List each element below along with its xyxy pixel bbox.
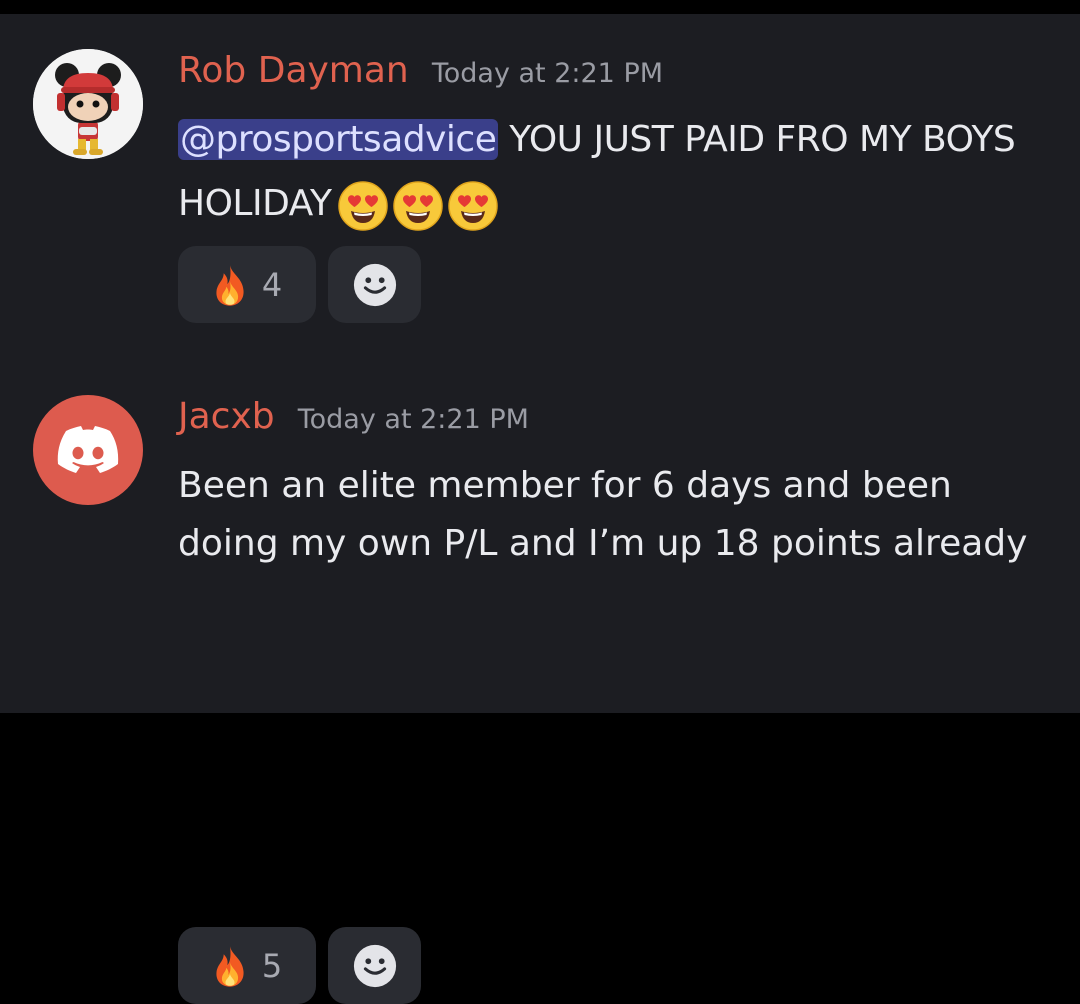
user-mention[interactable]: @prosportsadvice <box>178 119 499 160</box>
chat-panel: Rob Dayman Today at 2:21 PM @prosportsad… <box>0 14 1080 1004</box>
username[interactable]: Jacxb <box>178 396 275 437</box>
message-content: Been an elite member for 6 days and been… <box>178 457 1058 573</box>
reaction-fire[interactable]: 4 <box>178 246 316 323</box>
add-reaction-button[interactable] <box>328 927 421 1004</box>
inline-emojis <box>338 173 503 237</box>
mickey-funko-avatar-icon <box>33 49 143 159</box>
reaction-count: 5 <box>261 946 283 985</box>
username[interactable]: Rob Dayman <box>178 50 409 91</box>
message-header: Rob Dayman Today at 2:21 PM <box>178 50 663 91</box>
discord-logo-icon <box>57 426 119 473</box>
heart-eyes-emoji-icon <box>338 181 388 231</box>
message-header: Jacxb Today at 2:21 PM <box>178 396 529 437</box>
add-reaction-button[interactable] <box>328 246 421 323</box>
reactions-bar: 4 <box>178 246 421 323</box>
smiley-icon <box>352 262 398 308</box>
reaction-fire[interactable]: 5 <box>178 927 316 1004</box>
timestamp: Today at 2:21 PM <box>431 58 664 89</box>
reaction-count: 4 <box>261 265 283 304</box>
user-avatar[interactable] <box>33 395 143 505</box>
message-content: @prosportsadvice YOU JUST PAID FRO MY BO… <box>178 108 1058 237</box>
heart-eyes-emoji-icon <box>448 181 498 231</box>
user-avatar[interactable] <box>33 49 143 159</box>
timestamp: Today at 2:21 PM <box>297 404 529 435</box>
heart-eyes-emoji-icon <box>393 181 443 231</box>
fire-emoji-icon <box>212 263 248 307</box>
reactions-bar: 5 <box>178 927 421 1004</box>
smiley-icon <box>352 943 398 989</box>
fire-emoji-icon <box>212 944 248 988</box>
message-text: Been an elite member for 6 days and been… <box>178 465 1028 564</box>
